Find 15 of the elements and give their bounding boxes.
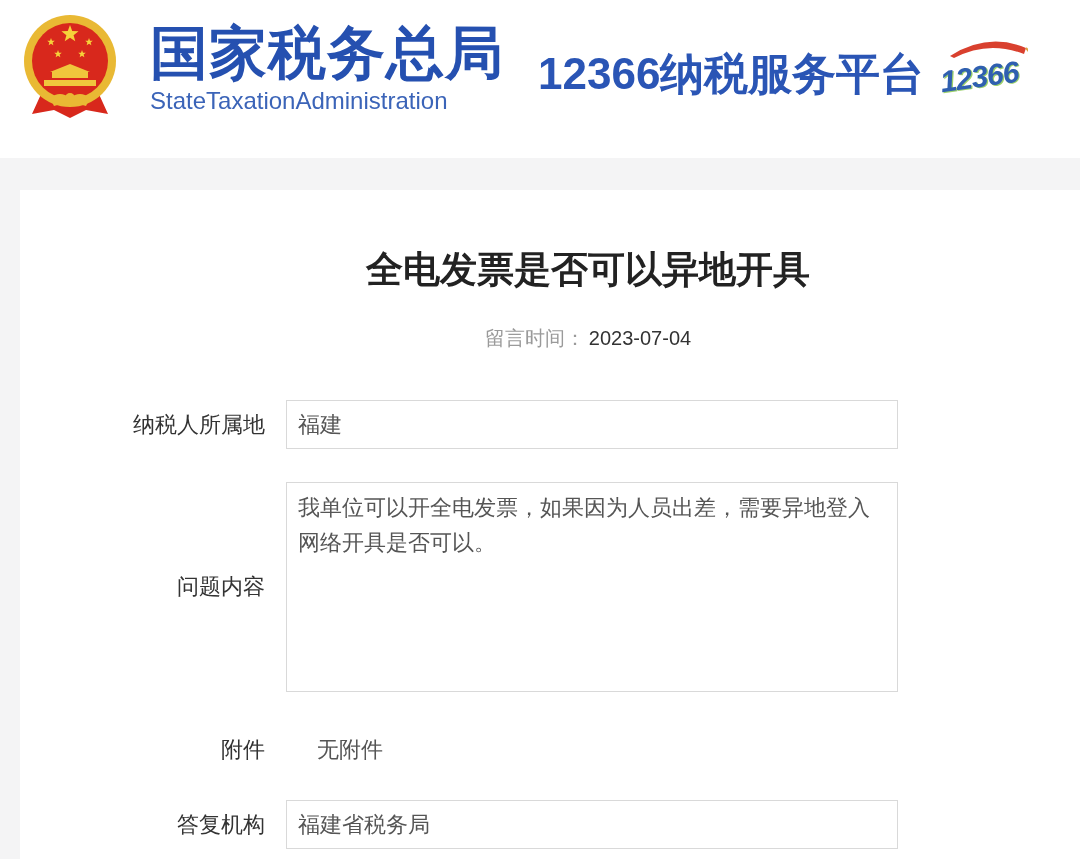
field-label: 答复机构	[176, 811, 265, 839]
posted-date: 2023-07-04	[588, 326, 692, 351]
logo-number: 12366	[938, 54, 1021, 100]
agency-name: 国家税务总局	[150, 21, 504, 85]
field-label: 问题内容	[176, 574, 265, 601]
article-title: 全电发票是否可以异地开具	[366, 248, 810, 292]
field-label: 附件	[220, 736, 265, 764]
text-area: 我单位可以开全电发票，如果因为人员出差，需要异地登入网络开具是否可以。	[286, 482, 898, 692]
agency-english-name: StateTaxationAdministration	[150, 87, 449, 115]
input-field: 福建	[286, 400, 898, 449]
input-field: 福建省税务局	[286, 800, 898, 849]
posted-label: 留言时间：	[484, 326, 585, 351]
platform-name: 12366纳税服务平台	[538, 49, 925, 99]
field-value: 无附件	[316, 737, 383, 764]
field-label: 纳税人所属地	[132, 411, 265, 439]
